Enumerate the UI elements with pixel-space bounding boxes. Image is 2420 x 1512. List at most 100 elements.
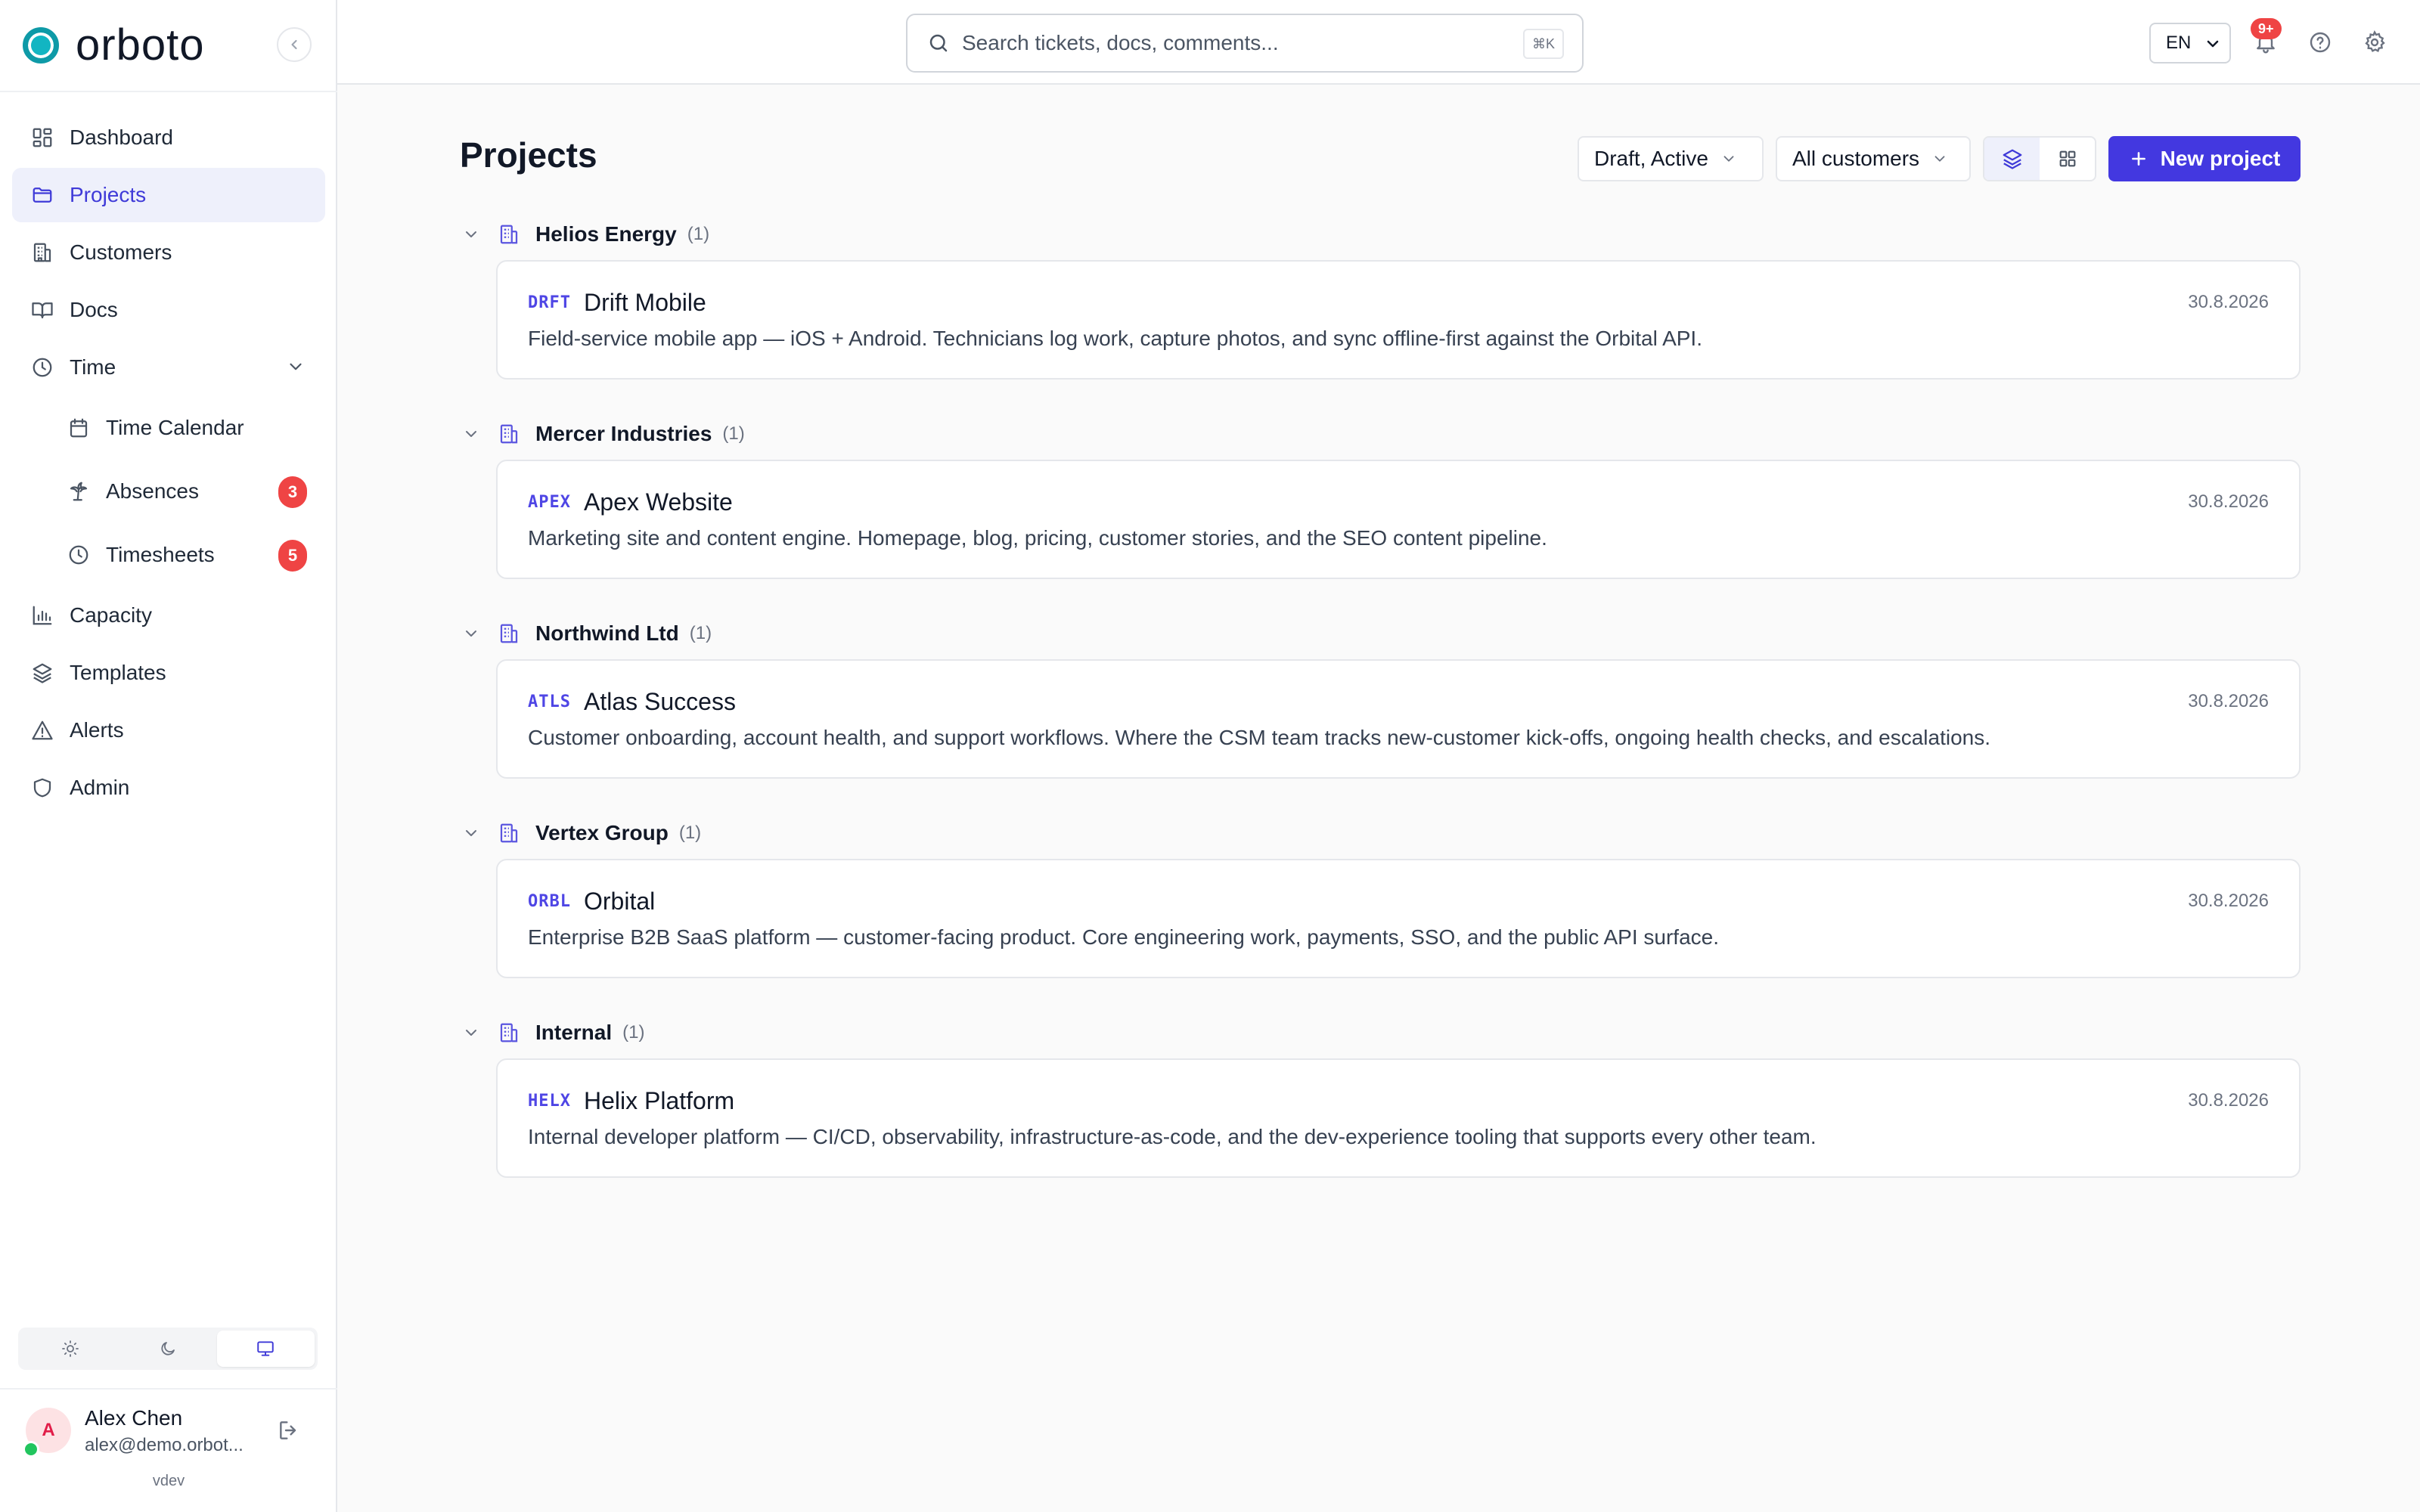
sidebar-item-dashboard[interactable]: Dashboard xyxy=(12,110,325,165)
dashboard-icon xyxy=(30,125,54,150)
theme-system-button[interactable] xyxy=(216,1331,315,1367)
sidebar-item-capacity[interactable]: Capacity xyxy=(12,588,325,643)
sidebar-item-time[interactable]: Time xyxy=(12,340,325,395)
chevron-down-icon[interactable] xyxy=(460,1024,482,1042)
sidebar-item-label: Time Calendar xyxy=(106,416,244,439)
sidebar-item-customers[interactable]: Customers xyxy=(12,225,325,280)
topbar: Search tickets, docs, comments... ⌘K EN … xyxy=(337,0,2420,85)
sidebar-item-label: Templates xyxy=(70,661,166,684)
project-code: ATLS xyxy=(528,692,571,711)
grid-icon xyxy=(2059,150,2075,167)
sidebar-item-docs[interactable]: Docs xyxy=(12,283,325,337)
monitor-icon xyxy=(257,1341,275,1356)
sidebar-item-alerts[interactable]: Alerts xyxy=(12,703,325,758)
chevron-down-icon xyxy=(2204,35,2222,53)
customer-group: Internal (1) HELX Helix Platform Interna… xyxy=(460,1016,2301,1178)
app: orboto Dashboard Projects Customers Docs xyxy=(0,0,2420,1512)
project-title: Drift Mobile xyxy=(584,289,706,316)
project-description: Customer onboarding, account health, and… xyxy=(528,726,1990,749)
brand-name: orboto xyxy=(76,20,205,70)
logout-button[interactable] xyxy=(277,1418,301,1442)
help-button[interactable] xyxy=(2307,29,2334,56)
group-count: (1) xyxy=(687,224,710,244)
group-name: Mercer Industries xyxy=(535,422,712,445)
sidebar-item-timesheets[interactable]: Timesheets 5 xyxy=(12,525,325,585)
chevron-left-icon xyxy=(291,39,297,50)
project-date: 30.8.2026 xyxy=(2188,292,2269,312)
group-header[interactable]: Vertex Group (1) xyxy=(460,816,2301,850)
list-view-button[interactable] xyxy=(1984,138,2040,180)
status-filter-select[interactable]: Draft, Active xyxy=(1578,136,1764,181)
help-icon xyxy=(2310,32,2331,53)
sidebar-item-absences[interactable]: Absences 3 xyxy=(12,461,325,522)
theme-light-button[interactable] xyxy=(21,1331,119,1367)
collapse-sidebar-button[interactable] xyxy=(277,27,312,62)
sidebar-item-admin[interactable]: Admin xyxy=(12,761,325,815)
search-input[interactable]: Search tickets, docs, comments... ⌘K xyxy=(906,14,1584,73)
customer-group: Northwind Ltd (1) ATLS Atlas Success Cus… xyxy=(460,617,2301,779)
sidebar-item-templates[interactable]: Templates xyxy=(12,646,325,700)
settings-button[interactable] xyxy=(2361,29,2388,56)
theme-dark-button[interactable] xyxy=(119,1331,216,1367)
palm-tree-icon xyxy=(67,479,91,503)
sidebar-nav: Dashboard Projects Customers Docs Time T… xyxy=(12,110,325,818)
layers-icon xyxy=(2003,149,2021,169)
language-select[interactable]: EN xyxy=(2149,23,2231,64)
chevron-down-icon[interactable] xyxy=(460,624,482,643)
group-count: (1) xyxy=(722,423,745,444)
project-card[interactable]: APEX Apex Website Marketing site and con… xyxy=(496,460,2301,579)
new-project-label: New project xyxy=(2160,147,2281,170)
book-icon xyxy=(30,298,54,322)
chevron-down-icon xyxy=(1931,150,1948,167)
customer-filter-value: All customers xyxy=(1792,147,1920,170)
user-profile[interactable]: A Alex Chen alex@demo.orbot... xyxy=(23,1406,318,1459)
search-placeholder: Search tickets, docs, comments... xyxy=(962,31,1279,54)
customer-group: Vertex Group (1) ORBL Orbital Enterprise… xyxy=(460,816,2301,978)
new-project-button[interactable]: New project xyxy=(2108,136,2301,181)
group-name: Northwind Ltd xyxy=(535,621,679,645)
project-card[interactable]: ORBL Orbital Enterprise B2B SaaS platfor… xyxy=(496,859,2301,978)
project-code: ORBL xyxy=(528,892,571,911)
project-title: Helix Platform xyxy=(584,1087,735,1114)
project-card[interactable]: DRFT Drift Mobile Field-service mobile a… xyxy=(496,260,2301,380)
project-date: 30.8.2026 xyxy=(2188,691,2269,711)
project-card[interactable]: ATLS Atlas Success Customer onboarding, … xyxy=(496,659,2301,779)
user-name: Alex Chen xyxy=(85,1406,183,1430)
group-header[interactable]: Mercer Industries (1) xyxy=(460,417,2301,451)
sidebar-item-time-calendar[interactable]: Time Calendar xyxy=(12,398,325,458)
app-version: vdev xyxy=(152,1473,185,1489)
notifications-badge: 9+ xyxy=(2251,18,2282,39)
sidebar-item-label: Customers xyxy=(70,240,172,264)
chevron-down-icon[interactable] xyxy=(286,357,306,376)
shield-icon xyxy=(30,776,54,800)
group-count: (1) xyxy=(689,623,712,643)
building-icon xyxy=(498,822,520,844)
project-code: HELX xyxy=(528,1092,571,1111)
warning-icon xyxy=(30,718,54,742)
project-card[interactable]: HELX Helix Platform Internal developer p… xyxy=(496,1058,2301,1178)
brand-logo-icon xyxy=(23,27,59,64)
customer-group: Helios Energy (1) DRFT Drift Mobile Fiel… xyxy=(460,218,2301,380)
chevron-down-icon[interactable] xyxy=(460,225,482,243)
sidebar-item-label: Docs xyxy=(70,298,118,321)
page-title: Projects xyxy=(460,135,597,175)
sidebar-item-label: Capacity xyxy=(70,603,152,627)
chevron-down-icon[interactable] xyxy=(460,824,482,842)
status-filter-value: Draft, Active xyxy=(1594,147,1708,170)
project-title: Apex Website xyxy=(584,488,733,516)
brand[interactable]: orboto xyxy=(23,21,204,70)
chevron-down-icon[interactable] xyxy=(460,425,482,443)
group-name: Internal xyxy=(535,1021,613,1044)
gear-icon xyxy=(2365,30,2385,53)
group-header[interactable]: Helios Energy (1) xyxy=(460,218,2301,251)
customer-filter-select[interactable]: All customers xyxy=(1776,136,1971,181)
group-header[interactable]: Northwind Ltd (1) xyxy=(460,617,2301,650)
sidebar-item-projects[interactable]: Projects xyxy=(12,168,325,222)
group-header[interactable]: Internal (1) xyxy=(460,1016,2301,1049)
building-icon xyxy=(30,240,54,265)
customer-group: Mercer Industries (1) APEX Apex Website … xyxy=(460,417,2301,579)
project-title: Orbital xyxy=(584,888,656,915)
grid-view-button[interactable] xyxy=(2040,138,2095,180)
timesheets-count-badge: 5 xyxy=(278,540,307,572)
sidebar-item-label: Dashboard xyxy=(70,125,173,149)
